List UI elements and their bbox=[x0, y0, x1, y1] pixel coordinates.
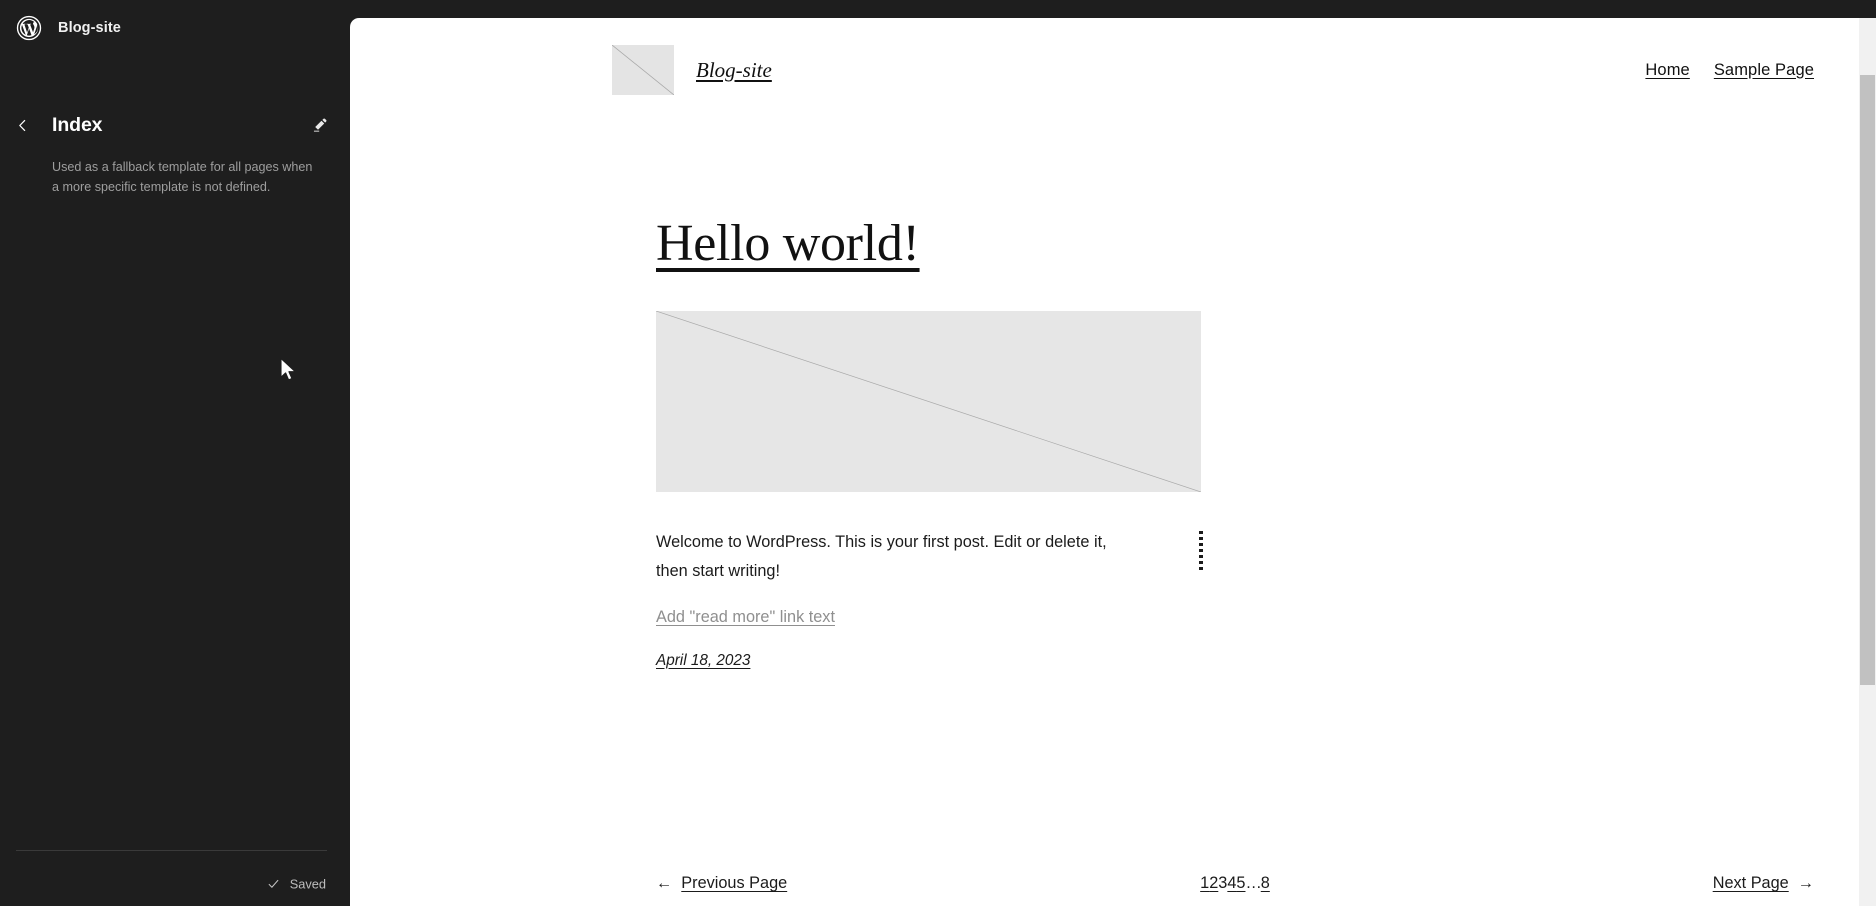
arrow-left-icon: ← bbox=[656, 874, 673, 892]
pagination-page-5[interactable]: 5 bbox=[1236, 874, 1245, 893]
wordpress-logo-icon[interactable] bbox=[8, 7, 50, 49]
site-logo-placeholder-icon[interactable] bbox=[612, 45, 674, 95]
pagination-next-button[interactable]: Next Page → bbox=[1713, 874, 1814, 893]
template-header-row: Index bbox=[0, 106, 350, 144]
pagination-previous-button[interactable]: ← Previous Page bbox=[656, 874, 787, 893]
template-description: Used as a fallback template for all page… bbox=[52, 160, 313, 194]
block-vertical-dots-indicator[interactable] bbox=[1199, 530, 1203, 573]
nav-link-home[interactable]: Home bbox=[1645, 61, 1689, 80]
pagination-page-3-current: 3 bbox=[1218, 874, 1228, 892]
nav-link-sample-page[interactable]: Sample Page bbox=[1714, 61, 1814, 80]
chevron-left-icon[interactable] bbox=[4, 107, 40, 143]
save-status-button[interactable]: Saved bbox=[267, 877, 326, 892]
post-container: Hello world! Welcome to WordPress. This … bbox=[350, 216, 1876, 670]
canvas-scrollbar[interactable] bbox=[1859, 18, 1876, 906]
pencil-icon[interactable] bbox=[302, 108, 336, 142]
editor-site-title: Blog-site bbox=[58, 20, 121, 36]
pagination-next-label: Next Page bbox=[1712, 874, 1789, 892]
site-header: Blog-site Home Sample Page bbox=[350, 18, 1876, 104]
site-brand-link[interactable]: Blog-site bbox=[696, 58, 772, 83]
pagination-page-8[interactable]: 8 bbox=[1261, 874, 1270, 893]
post-body-row: Welcome to WordPress. This is your first… bbox=[656, 528, 1203, 586]
arrow-right-icon: → bbox=[1797, 874, 1814, 892]
pagination-ellipsis: … bbox=[1245, 874, 1261, 892]
site-preview-canvas[interactable]: Blog-site Home Sample Page Hello world! … bbox=[350, 18, 1876, 906]
save-status-label: Saved bbox=[289, 876, 326, 892]
read-more-link[interactable]: Add "read more" link text bbox=[656, 608, 835, 627]
pagination-previous-label: Previous Page bbox=[681, 874, 788, 892]
pagination: ← Previous Page 1 2 3 4 5 … 8 Next Page … bbox=[656, 874, 1814, 893]
sidebar-brand-row: Blog-site bbox=[0, 0, 350, 56]
editor-sidebar: Blog-site Index Used as a fallback templ… bbox=[0, 0, 350, 906]
site-navigation: Home Sample Page bbox=[1645, 61, 1814, 80]
post-title-link[interactable]: Hello world! bbox=[656, 216, 920, 272]
sidebar-divider bbox=[16, 850, 327, 851]
page-title: Index bbox=[52, 113, 103, 136]
post-date-link[interactable]: April 18, 2023 bbox=[656, 652, 750, 670]
post-excerpt[interactable]: Welcome to WordPress. This is your first… bbox=[656, 528, 1138, 586]
post-featured-image-placeholder[interactable] bbox=[656, 310, 1201, 492]
pagination-number-list: 1 2 3 4 5 … 8 bbox=[1200, 874, 1270, 893]
pagination-page-4[interactable]: 4 bbox=[1227, 874, 1236, 893]
check-icon bbox=[268, 879, 279, 888]
pagination-page-1[interactable]: 1 bbox=[1200, 874, 1209, 893]
pagination-page-2[interactable]: 2 bbox=[1209, 874, 1218, 893]
canvas-scrollbar-thumb[interactable] bbox=[1860, 75, 1875, 685]
